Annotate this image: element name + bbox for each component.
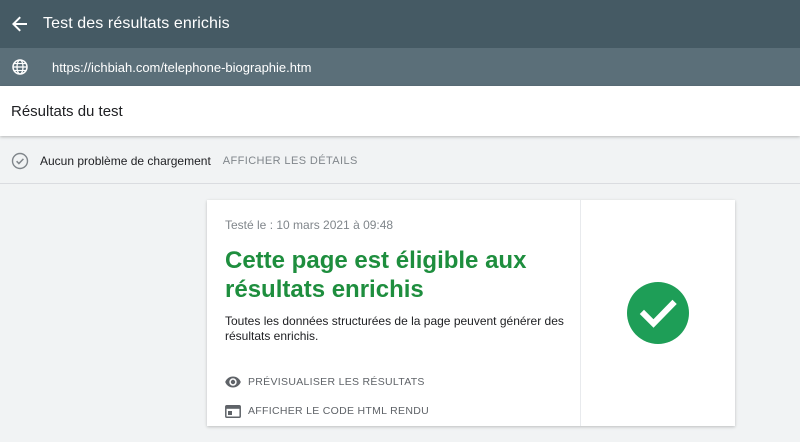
loading-status-bar: Aucun problème de chargement AFFICHER LE…	[0, 138, 800, 184]
eye-icon	[225, 374, 241, 390]
result-summary: Testé le : 10 mars 2021 à 09:48 Cette pa…	[207, 200, 581, 426]
eligibility-headline: Cette page est éligible aux résultats en…	[225, 247, 527, 303]
check-circle-icon	[627, 282, 689, 344]
result-card: Testé le : 10 mars 2021 à 09:48 Cette pa…	[207, 200, 735, 426]
show-rendered-html-button[interactable]: AFFICHER LE CODE HTML RENDU	[225, 403, 580, 419]
result-status-panel	[581, 200, 735, 426]
app-title: Test des résultats enrichis	[43, 15, 230, 32]
results-header: Résultats du test	[0, 86, 800, 136]
eligibility-description: Toutes les données structurées de la pag…	[225, 314, 564, 343]
tested-date: Testé le : 10 mars 2021 à 09:48	[225, 218, 394, 232]
browser-window-icon	[225, 403, 241, 419]
show-details-button[interactable]: AFFICHER LES DÉTAILS	[223, 155, 358, 167]
preview-results-button[interactable]: PRÉVISUALISER LES RÉSULTATS	[225, 374, 580, 390]
app-header: Test des résultats enrichis	[0, 0, 800, 48]
url-bar: https://ichbiah.com/telephone-biographie…	[0, 48, 800, 86]
tested-url: https://ichbiah.com/telephone-biographie…	[52, 59, 312, 75]
show-rendered-html-label: AFFICHER LE CODE HTML RENDU	[248, 405, 429, 417]
back-arrow-icon[interactable]	[10, 14, 30, 34]
check-circle-outline-icon	[11, 152, 29, 169]
preview-results-label: PRÉVISUALISER LES RÉSULTATS	[248, 376, 425, 388]
loading-status-text: Aucun problème de chargement	[40, 153, 211, 168]
results-title: Résultats du test	[11, 102, 123, 120]
globe-icon	[11, 58, 29, 76]
